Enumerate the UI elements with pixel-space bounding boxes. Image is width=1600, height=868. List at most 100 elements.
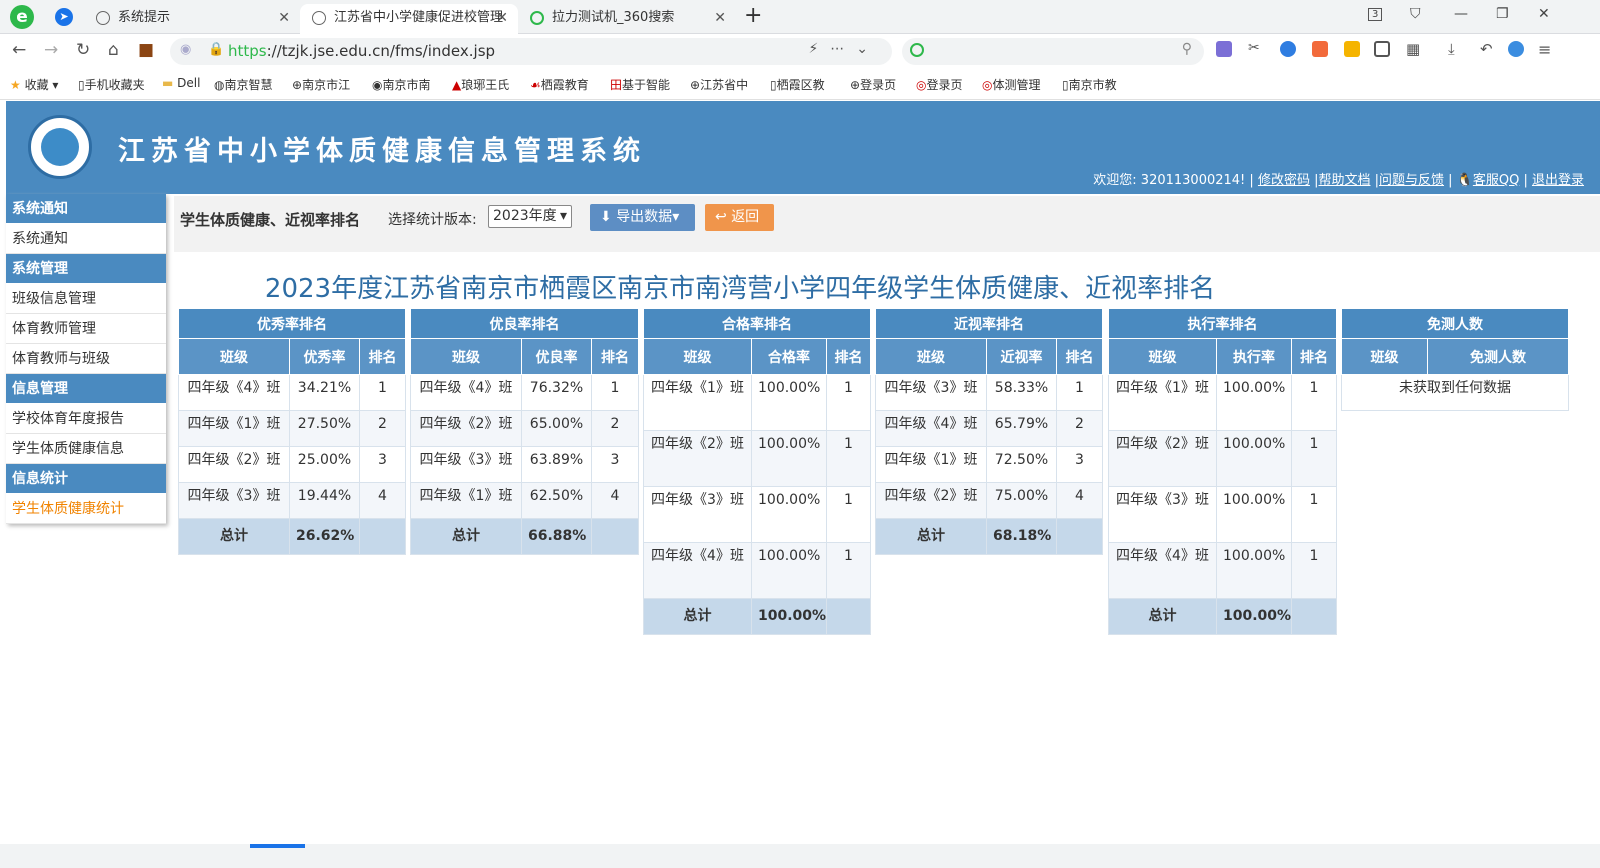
bookmark-item[interactable]: ⊕江苏省中: [690, 76, 748, 93]
page-title: 学生体质健康、近视率排名: [180, 211, 361, 229]
search-box[interactable]: ⚲: [902, 38, 1204, 65]
help-docs-link[interactable]: 帮助文档: [1318, 173, 1370, 188]
browser-account-icon[interactable]: [1508, 41, 1524, 57]
sidebar-item-health-stats[interactable]: 学生体质健康统计: [6, 494, 166, 524]
column-header: 近视率: [986, 338, 1057, 375]
table-cell: 100.00%: [751, 542, 827, 599]
table-row: 四年级《2》班 65.00% 2: [410, 410, 640, 447]
url-bar[interactable]: ◉ 🔒 https://tzjk.jse.edu.cn/fms/index.js…: [170, 38, 892, 65]
bookmark-item[interactable]: ▯南京市教: [1062, 76, 1117, 93]
reader-icon[interactable]: [1374, 41, 1390, 57]
site-header: 江苏省中小学体质健康信息管理系统 欢迎您: 320113000214! | 修改…: [6, 101, 1600, 194]
sidebar-item-annual-report[interactable]: 学校体育年度报告: [6, 404, 166, 434]
table-cell: 2: [358, 410, 407, 447]
bookmark-item[interactable]: ⊕南京市江: [292, 76, 350, 93]
download-icon[interactable]: ⤓: [1448, 40, 1464, 58]
tab-health-system[interactable]: 江苏省中小学健康促进校管理 ✕: [300, 4, 518, 34]
close-tab-icon[interactable]: ✕: [278, 4, 290, 32]
table-cell: 四年级《4》班: [875, 410, 987, 447]
back-arrow-icon[interactable]: ←: [12, 40, 26, 60]
column-header: 班级: [410, 338, 522, 375]
translate-icon[interactable]: [1216, 41, 1232, 57]
tab-360-search[interactable]: 拉力测试机_360搜索 ✕: [518, 4, 736, 34]
browser-logo-icon[interactable]: e: [10, 5, 34, 29]
bookmark-item[interactable]: ▯栖霞区教: [770, 76, 825, 93]
pinned-tab-icon[interactable]: ➤: [55, 8, 73, 26]
export-button[interactable]: ⬇ 导出数据▾: [590, 204, 695, 231]
tab-system-notice[interactable]: 系统提示 ✕: [84, 4, 300, 34]
execution-rate-table: 执行率排名 班级 执行率 排名 四年级《1》班 100.00% 1 四年级《2》班 100…: [1107, 308, 1338, 635]
table-row: 四年级《3》班 63.89% 3: [410, 446, 640, 483]
bookmark-item[interactable]: ◉南京市南: [372, 76, 431, 93]
table-cell: 四年级《1》班: [875, 446, 987, 483]
table-cell: 100.00%: [751, 374, 827, 431]
menu-icon[interactable]: ≡: [1538, 40, 1554, 59]
apps-grid-icon[interactable]: ▦: [1406, 40, 1422, 58]
change-password-link[interactable]: 修改密码: [1258, 173, 1310, 188]
table-row: 四年级《3》班 19.44% 4: [178, 482, 407, 519]
restore-icon[interactable]: ❐: [1496, 6, 1509, 22]
bookmark-item[interactable]: ▬ Dell: [162, 76, 200, 90]
briefcase-icon[interactable]: ■: [138, 40, 154, 60]
qq-service-link[interactable]: 客服QQ: [1473, 173, 1519, 188]
search-extension-icon[interactable]: [1280, 41, 1296, 57]
table-cell: [825, 598, 872, 635]
bookmark-item[interactable]: ☙栖霞教育: [530, 76, 589, 93]
scissors-icon[interactable]: ✂: [1248, 40, 1264, 56]
sidebar-item-system-notice[interactable]: 系统通知: [6, 224, 166, 254]
game-icon[interactable]: [1312, 41, 1328, 57]
content-toolbar: 学生体质健康、近视率排名 选择统计版本: 2023年度 ⬇ 导出数据▾ ↩ 返回: [174, 196, 1600, 252]
bookmark-item[interactable]: ▯手机收藏夹: [78, 76, 145, 93]
table-cell: 总计: [643, 598, 752, 635]
close-window-icon[interactable]: ✕: [1538, 6, 1550, 22]
sidebar-group-notice[interactable]: 系统通知: [6, 194, 166, 224]
forward-arrow-icon[interactable]: →: [44, 40, 58, 60]
logout-link[interactable]: 退出登录: [1532, 173, 1584, 188]
bookmark-item[interactable]: ⊕登录页: [850, 76, 896, 93]
search-icon[interactable]: ⚲: [1182, 41, 1192, 57]
tab-count-badge[interactable]: 3: [1368, 8, 1383, 21]
table-cell: 1: [1290, 542, 1338, 599]
bookmark-favorites[interactable]: ★ 收藏 ▾: [10, 76, 58, 93]
shield-extension-icon[interactable]: [1344, 41, 1360, 57]
table-row: 四年级《1》班 100.00% 1: [643, 374, 872, 431]
new-tab-button[interactable]: +: [744, 3, 762, 28]
home-icon[interactable]: ⌂: [108, 40, 119, 60]
column-header: 执行率: [1216, 338, 1292, 375]
table-row: 四年级《3》班 100.00% 1: [1108, 486, 1338, 543]
sidebar-group-info[interactable]: 信息管理: [6, 374, 166, 404]
total-row: 总计 68.18%: [875, 518, 1104, 555]
feedback-link[interactable]: 问题与反馈: [1379, 173, 1444, 188]
bookmark-item[interactable]: ▲琅琊王氏: [452, 76, 509, 93]
sidebar-item-student-health[interactable]: 学生体质健康信息: [6, 434, 166, 464]
bookmark-item[interactable]: ◎登录页: [916, 76, 963, 93]
shirt-icon[interactable]: ⛉: [1410, 6, 1421, 22]
table-cell: 3: [1055, 446, 1104, 483]
table-cell: 65.79%: [986, 410, 1057, 447]
column-header: 班级: [178, 338, 290, 375]
sidebar-item-teacher-class[interactable]: 体育教师与班级: [6, 344, 166, 374]
url-tools-icon[interactable]: ⚡⋯⌄: [808, 41, 880, 57]
back-button[interactable]: ↩ 返回: [705, 204, 774, 231]
sidebar-item-pe-teachers[interactable]: 体育教师管理: [6, 314, 166, 344]
column-header: 排名: [825, 338, 872, 375]
close-tab-icon[interactable]: ✕: [496, 4, 508, 32]
table-cell: [358, 518, 407, 555]
table-cell: 2: [1055, 410, 1104, 447]
table-cell: 总计: [410, 518, 522, 555]
sidebar-group-statistics[interactable]: 信息统计: [6, 464, 166, 494]
search-engine-icon: [530, 11, 544, 25]
close-tab-icon[interactable]: ✕: [714, 4, 726, 32]
bookmark-item[interactable]: ◎体测管理: [982, 76, 1041, 93]
bookmark-item[interactable]: 田基于智能: [610, 76, 670, 93]
table-cell: 100.00%: [751, 430, 827, 487]
undo-icon[interactable]: ↶: [1480, 40, 1496, 58]
table-cell: 4: [1055, 482, 1104, 519]
table-cell: 1: [1290, 430, 1338, 487]
reload-icon[interactable]: ↻: [76, 40, 90, 60]
url-text: https://tzjk.jse.edu.cn/fms/index.jsp: [228, 42, 496, 60]
table-caption: 执行率排名: [1107, 308, 1338, 339]
minimize-icon[interactable]: —: [1454, 6, 1468, 22]
bookmark-item[interactable]: ◍南京智慧: [214, 76, 273, 93]
version-select[interactable]: 2023年度: [488, 205, 572, 228]
